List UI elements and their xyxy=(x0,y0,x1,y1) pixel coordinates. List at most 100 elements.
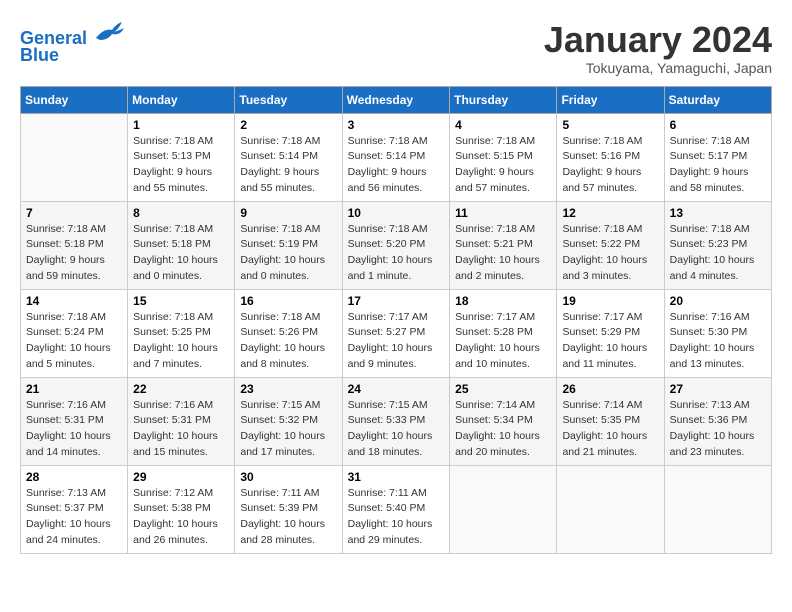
day-info: Sunrise: 7:18 AMSunset: 5:14 PMDaylight:… xyxy=(240,134,336,197)
day-info: Sunrise: 7:13 AMSunset: 5:37 PMDaylight:… xyxy=(26,486,122,549)
logo-bird-icon xyxy=(94,20,124,44)
day-number: 6 xyxy=(670,118,766,132)
day-info: Sunrise: 7:18 AMSunset: 5:17 PMDaylight:… xyxy=(670,134,766,197)
calendar-cell: 13 Sunrise: 7:18 AMSunset: 5:23 PMDaylig… xyxy=(664,201,771,289)
day-number: 20 xyxy=(670,294,766,308)
calendar-cell: 21 Sunrise: 7:16 AMSunset: 5:31 PMDaylig… xyxy=(21,377,128,465)
week-row-1: 1 Sunrise: 7:18 AMSunset: 5:13 PMDayligh… xyxy=(21,113,772,201)
calendar-cell xyxy=(450,465,557,553)
day-number: 23 xyxy=(240,382,336,396)
day-info: Sunrise: 7:18 AMSunset: 5:21 PMDaylight:… xyxy=(455,222,551,285)
day-number: 27 xyxy=(670,382,766,396)
day-info: Sunrise: 7:11 AMSunset: 5:39 PMDaylight:… xyxy=(240,486,336,549)
day-number: 8 xyxy=(133,206,229,220)
calendar-cell: 19 Sunrise: 7:17 AMSunset: 5:29 PMDaylig… xyxy=(557,289,664,377)
calendar-cell: 23 Sunrise: 7:15 AMSunset: 5:32 PMDaylig… xyxy=(235,377,342,465)
week-row-5: 28 Sunrise: 7:13 AMSunset: 5:37 PMDaylig… xyxy=(21,465,772,553)
col-wednesday: Wednesday xyxy=(342,86,450,113)
month-title: January 2024 xyxy=(544,20,772,60)
day-number: 7 xyxy=(26,206,122,220)
day-number: 31 xyxy=(348,470,445,484)
day-number: 22 xyxy=(133,382,229,396)
day-number: 3 xyxy=(348,118,445,132)
day-number: 29 xyxy=(133,470,229,484)
calendar-cell: 9 Sunrise: 7:18 AMSunset: 5:19 PMDayligh… xyxy=(235,201,342,289)
day-info: Sunrise: 7:16 AMSunset: 5:31 PMDaylight:… xyxy=(133,398,229,461)
col-thursday: Thursday xyxy=(450,86,557,113)
col-tuesday: Tuesday xyxy=(235,86,342,113)
day-info: Sunrise: 7:18 AMSunset: 5:15 PMDaylight:… xyxy=(455,134,551,197)
col-monday: Monday xyxy=(128,86,235,113)
day-number: 10 xyxy=(348,206,445,220)
day-number: 28 xyxy=(26,470,122,484)
calendar-cell: 18 Sunrise: 7:17 AMSunset: 5:28 PMDaylig… xyxy=(450,289,557,377)
title-block: January 2024 Tokuyama, Yamaguchi, Japan xyxy=(544,20,772,76)
day-number: 24 xyxy=(348,382,445,396)
day-number: 14 xyxy=(26,294,122,308)
calendar-header-row: Sunday Monday Tuesday Wednesday Thursday… xyxy=(21,86,772,113)
day-info: Sunrise: 7:16 AMSunset: 5:30 PMDaylight:… xyxy=(670,310,766,373)
week-row-3: 14 Sunrise: 7:18 AMSunset: 5:24 PMDaylig… xyxy=(21,289,772,377)
day-number: 19 xyxy=(562,294,658,308)
calendar-cell: 30 Sunrise: 7:11 AMSunset: 5:39 PMDaylig… xyxy=(235,465,342,553)
calendar-cell: 26 Sunrise: 7:14 AMSunset: 5:35 PMDaylig… xyxy=(557,377,664,465)
week-row-2: 7 Sunrise: 7:18 AMSunset: 5:18 PMDayligh… xyxy=(21,201,772,289)
day-number: 5 xyxy=(562,118,658,132)
calendar-cell: 17 Sunrise: 7:17 AMSunset: 5:27 PMDaylig… xyxy=(342,289,450,377)
calendar-cell: 3 Sunrise: 7:18 AMSunset: 5:14 PMDayligh… xyxy=(342,113,450,201)
calendar-cell: 15 Sunrise: 7:18 AMSunset: 5:25 PMDaylig… xyxy=(128,289,235,377)
calendar-cell: 2 Sunrise: 7:18 AMSunset: 5:14 PMDayligh… xyxy=(235,113,342,201)
calendar-cell: 14 Sunrise: 7:18 AMSunset: 5:24 PMDaylig… xyxy=(21,289,128,377)
day-info: Sunrise: 7:18 AMSunset: 5:23 PMDaylight:… xyxy=(670,222,766,285)
calendar-cell: 25 Sunrise: 7:14 AMSunset: 5:34 PMDaylig… xyxy=(450,377,557,465)
day-info: Sunrise: 7:17 AMSunset: 5:29 PMDaylight:… xyxy=(562,310,658,373)
day-number: 9 xyxy=(240,206,336,220)
location: Tokuyama, Yamaguchi, Japan xyxy=(544,60,772,76)
day-info: Sunrise: 7:14 AMSunset: 5:35 PMDaylight:… xyxy=(562,398,658,461)
day-number: 18 xyxy=(455,294,551,308)
day-info: Sunrise: 7:18 AMSunset: 5:14 PMDaylight:… xyxy=(348,134,445,197)
day-number: 2 xyxy=(240,118,336,132)
day-info: Sunrise: 7:18 AMSunset: 5:16 PMDaylight:… xyxy=(562,134,658,197)
calendar-cell: 31 Sunrise: 7:11 AMSunset: 5:40 PMDaylig… xyxy=(342,465,450,553)
day-number: 4 xyxy=(455,118,551,132)
day-info: Sunrise: 7:12 AMSunset: 5:38 PMDaylight:… xyxy=(133,486,229,549)
calendar-cell xyxy=(664,465,771,553)
day-number: 16 xyxy=(240,294,336,308)
day-info: Sunrise: 7:13 AMSunset: 5:36 PMDaylight:… xyxy=(670,398,766,461)
day-number: 17 xyxy=(348,294,445,308)
calendar-cell: 10 Sunrise: 7:18 AMSunset: 5:20 PMDaylig… xyxy=(342,201,450,289)
day-info: Sunrise: 7:14 AMSunset: 5:34 PMDaylight:… xyxy=(455,398,551,461)
calendar-cell xyxy=(21,113,128,201)
calendar-cell: 7 Sunrise: 7:18 AMSunset: 5:18 PMDayligh… xyxy=(21,201,128,289)
calendar-cell: 22 Sunrise: 7:16 AMSunset: 5:31 PMDaylig… xyxy=(128,377,235,465)
calendar-cell: 29 Sunrise: 7:12 AMSunset: 5:38 PMDaylig… xyxy=(128,465,235,553)
day-info: Sunrise: 7:18 AMSunset: 5:26 PMDaylight:… xyxy=(240,310,336,373)
day-info: Sunrise: 7:17 AMSunset: 5:28 PMDaylight:… xyxy=(455,310,551,373)
day-info: Sunrise: 7:11 AMSunset: 5:40 PMDaylight:… xyxy=(348,486,445,549)
calendar-cell: 11 Sunrise: 7:18 AMSunset: 5:21 PMDaylig… xyxy=(450,201,557,289)
day-number: 21 xyxy=(26,382,122,396)
calendar-cell: 5 Sunrise: 7:18 AMSunset: 5:16 PMDayligh… xyxy=(557,113,664,201)
day-info: Sunrise: 7:15 AMSunset: 5:32 PMDaylight:… xyxy=(240,398,336,461)
calendar-table: Sunday Monday Tuesday Wednesday Thursday… xyxy=(20,86,772,554)
calendar-cell: 28 Sunrise: 7:13 AMSunset: 5:37 PMDaylig… xyxy=(21,465,128,553)
week-row-4: 21 Sunrise: 7:16 AMSunset: 5:31 PMDaylig… xyxy=(21,377,772,465)
calendar-cell: 20 Sunrise: 7:16 AMSunset: 5:30 PMDaylig… xyxy=(664,289,771,377)
day-info: Sunrise: 7:18 AMSunset: 5:18 PMDaylight:… xyxy=(26,222,122,285)
day-info: Sunrise: 7:17 AMSunset: 5:27 PMDaylight:… xyxy=(348,310,445,373)
day-number: 11 xyxy=(455,206,551,220)
day-info: Sunrise: 7:18 AMSunset: 5:19 PMDaylight:… xyxy=(240,222,336,285)
calendar-cell: 27 Sunrise: 7:13 AMSunset: 5:36 PMDaylig… xyxy=(664,377,771,465)
day-info: Sunrise: 7:16 AMSunset: 5:31 PMDaylight:… xyxy=(26,398,122,461)
day-number: 26 xyxy=(562,382,658,396)
calendar-cell: 1 Sunrise: 7:18 AMSunset: 5:13 PMDayligh… xyxy=(128,113,235,201)
logo: General Blue xyxy=(20,20,124,66)
calendar-cell: 24 Sunrise: 7:15 AMSunset: 5:33 PMDaylig… xyxy=(342,377,450,465)
day-info: Sunrise: 7:15 AMSunset: 5:33 PMDaylight:… xyxy=(348,398,445,461)
calendar-cell: 4 Sunrise: 7:18 AMSunset: 5:15 PMDayligh… xyxy=(450,113,557,201)
calendar-cell: 12 Sunrise: 7:18 AMSunset: 5:22 PMDaylig… xyxy=(557,201,664,289)
day-number: 13 xyxy=(670,206,766,220)
day-info: Sunrise: 7:18 AMSunset: 5:24 PMDaylight:… xyxy=(26,310,122,373)
col-sunday: Sunday xyxy=(21,86,128,113)
